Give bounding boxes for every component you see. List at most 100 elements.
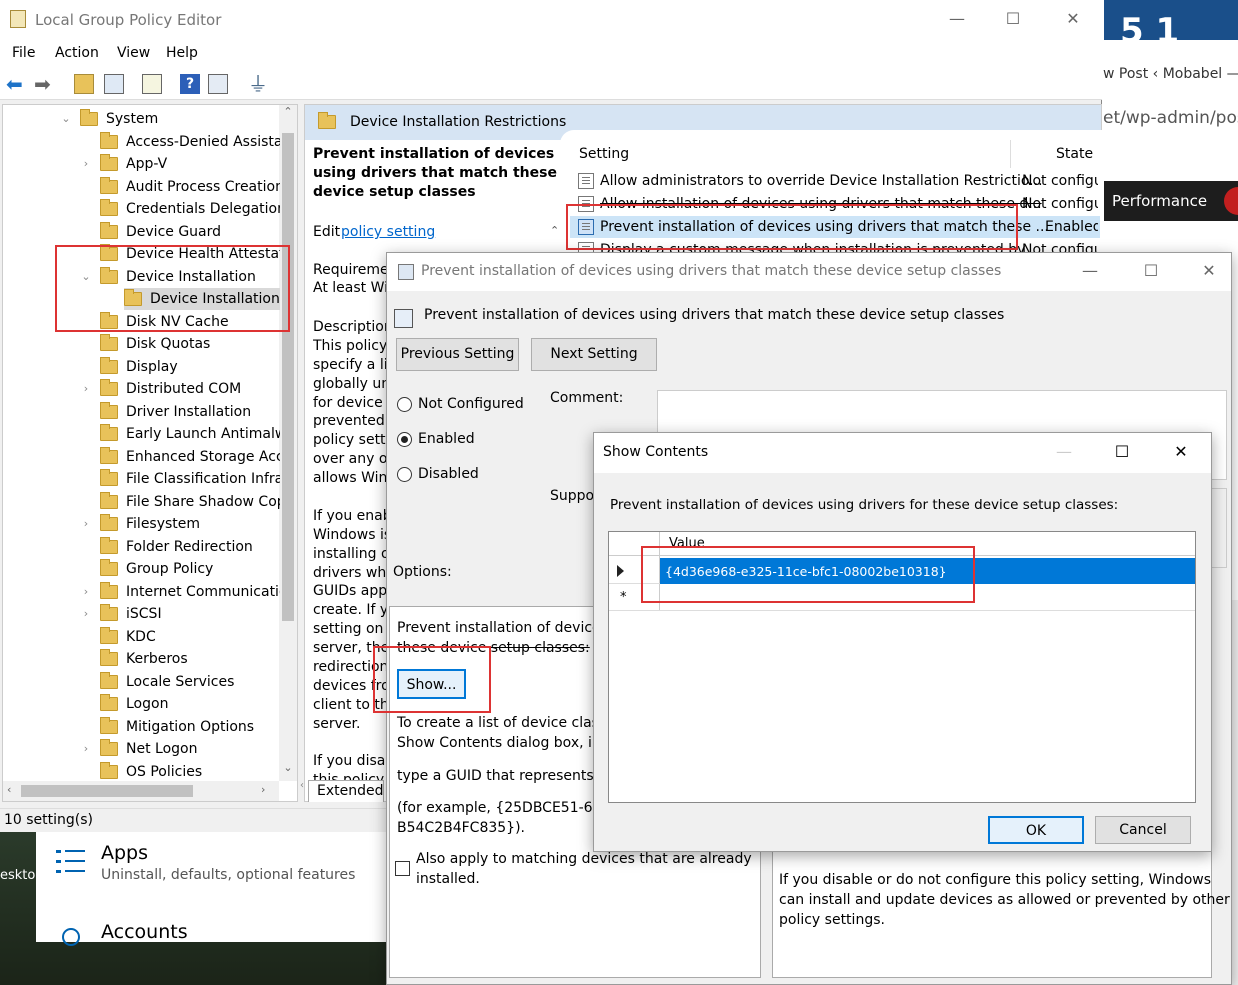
tree-item[interactable]: › Filesystem xyxy=(84,513,200,535)
settings-row-1[interactable]: Allow installation of devices using driv… xyxy=(578,193,1098,215)
performance-banner[interactable]: Performance xyxy=(1104,181,1238,221)
also-apply-checkbox[interactable] xyxy=(395,861,410,876)
tree-item[interactable]: Disk NV Cache xyxy=(100,311,229,333)
tree-item[interactable]: Group Policy xyxy=(100,558,213,580)
radio-enabled[interactable]: Enabled xyxy=(397,431,475,447)
folder-icon xyxy=(100,244,118,261)
tree-item[interactable]: Device Installation R xyxy=(124,288,280,310)
tree-item-label: Locale Services xyxy=(126,673,235,690)
chevron-right-icon[interactable]: › xyxy=(80,153,92,175)
guid-value-text[interactable]: {4d36e968-e325-11ce-bfc1-08002be10318} xyxy=(665,564,947,579)
chevron-down-icon[interactable]: ⌄ xyxy=(80,266,92,288)
radio-disabled[interactable]: Disabled xyxy=(397,466,479,482)
extended-tab[interactable]: Extended xyxy=(308,780,384,802)
tree-item-label: Credentials Delegation xyxy=(126,201,280,217)
policy-minimize-button[interactable]: — xyxy=(1067,257,1113,285)
chevron-right-icon[interactable]: › xyxy=(80,603,92,625)
tree-item[interactable]: Driver Installation xyxy=(100,401,251,423)
comment-label: Comment: xyxy=(550,390,624,406)
tree-item[interactable]: › iSCSI xyxy=(84,603,162,625)
also-apply-label-2[interactable]: installed. xyxy=(416,871,480,887)
chevron-right-icon[interactable]: › xyxy=(80,738,92,760)
browser-tab-title[interactable]: w Post ‹ Mobabel — xyxy=(1103,66,1238,82)
tree-item[interactable]: › Internet Communicatio xyxy=(84,581,280,603)
tree-item[interactable]: Folder Redirection xyxy=(100,536,253,558)
policy-dialog-title: Prevent installation of devices using dr… xyxy=(421,263,1002,279)
edit-policy-link[interactable]: policy setting xyxy=(341,224,435,240)
tree-item-label: App-V xyxy=(126,156,168,172)
sc-minimize-button[interactable]: — xyxy=(1041,438,1087,466)
folder-icon xyxy=(100,739,118,756)
minimize-button[interactable]: — xyxy=(934,5,980,33)
folder-icon xyxy=(100,176,118,194)
settings-accounts-title[interactable]: Accounts xyxy=(101,921,188,943)
tree-item[interactable]: KDC xyxy=(100,626,156,648)
details-header-title: Device Installation Restrictions xyxy=(350,114,567,130)
grid-column-value[interactable]: Value xyxy=(669,536,705,551)
tree-item[interactable]: Kerberos xyxy=(100,648,188,670)
tree-item[interactable]: › Distributed COM xyxy=(84,378,241,400)
column-setting[interactable]: Setting xyxy=(579,146,629,162)
tree-item[interactable]: Audit Process Creation xyxy=(100,176,280,198)
tree-item[interactable]: Device Guard xyxy=(100,221,221,243)
chevron-right-icon[interactable]: › xyxy=(80,513,92,535)
show-button[interactable]: Show... xyxy=(397,669,466,699)
policy-close-button[interactable]: ✕ xyxy=(1186,257,1232,285)
tree-item[interactable]: › App-V xyxy=(84,153,168,175)
folder-icon xyxy=(100,716,118,734)
tree-item[interactable]: File Classification Infras xyxy=(100,468,280,490)
row-pointer-icon xyxy=(617,565,624,577)
sc-maximize-button[interactable]: ☐ xyxy=(1099,438,1145,466)
list-scroll-up[interactable]: ⌃ xyxy=(550,224,564,238)
tree-item-label: Device Installation xyxy=(126,268,256,285)
tree-item[interactable]: Locale Services xyxy=(100,671,234,693)
tree-item[interactable]: Enhanced Storage Acce xyxy=(100,446,280,468)
tree-item[interactable]: Disk Quotas xyxy=(100,333,210,355)
tree-item[interactable]: Device Health Attestati xyxy=(100,243,280,265)
description-line: Description xyxy=(313,319,389,335)
edit-prefix: Edit xyxy=(313,224,341,240)
tree-vscroll-thumb[interactable] xyxy=(282,133,294,621)
column-state[interactable]: State xyxy=(1056,146,1093,162)
tree-item[interactable]: Early Launch Antimalwa xyxy=(100,423,280,445)
maximize-button[interactable]: ☐ xyxy=(990,5,1036,33)
accounts-icon xyxy=(62,928,80,946)
tree-item[interactable]: Mitigation Options xyxy=(100,716,254,738)
also-apply-label-1[interactable]: Also apply to matching devices that are … xyxy=(416,851,752,867)
description-line: setting on a xyxy=(313,621,389,638)
cancel-button[interactable]: Cancel xyxy=(1095,816,1191,844)
tree-item[interactable]: File Share Shadow Copy xyxy=(100,491,280,513)
tree-item[interactable]: ⌄ System xyxy=(61,108,158,130)
settings-row-2[interactable]: Prevent installation of devices using dr… xyxy=(578,216,1098,238)
policy-setting-icon xyxy=(578,219,594,235)
tree-item[interactable]: ⌄ Device Installation xyxy=(81,266,256,288)
grid-row-new[interactable] xyxy=(609,585,1195,611)
settings-apps-title[interactable]: Apps xyxy=(101,842,148,864)
tree-item[interactable]: Display xyxy=(100,356,178,378)
previous-setting-button[interactable]: Previous Setting xyxy=(396,338,519,371)
close-button[interactable]: ✕ xyxy=(1050,5,1096,33)
tree-item[interactable]: Logon xyxy=(100,693,168,715)
next-setting-button[interactable]: Next Setting xyxy=(531,338,657,371)
tree-item[interactable]: Credentials Delegation xyxy=(100,198,280,220)
tree-item-label: Logon xyxy=(126,696,169,712)
chevron-right-icon[interactable]: › xyxy=(80,581,92,603)
tree-list: ⌄ System Access-Denied Assistan › App-V Audit… xyxy=(0,0,280,790)
requirements-label: Requireme xyxy=(313,262,389,278)
tree-item[interactable]: › Net Logon xyxy=(84,738,197,760)
chevron-down-icon[interactable]: ⌄ xyxy=(60,108,72,130)
policy-maximize-button[interactable]: ☐ xyxy=(1128,257,1174,285)
sc-close-button[interactable]: ✕ xyxy=(1158,438,1204,466)
folder-icon xyxy=(80,109,98,126)
settings-row-0[interactable]: Allow administrators to override Device … xyxy=(578,170,1098,192)
ok-button[interactable]: OK xyxy=(988,816,1084,844)
tree-vscroll[interactable]: ⌃ ⌄ xyxy=(279,105,297,781)
desktop-icon-label[interactable]: esktop xyxy=(0,868,44,883)
tree-item[interactable]: Access-Denied Assistan xyxy=(100,131,280,153)
folder-icon xyxy=(100,311,118,329)
radio-not-configured[interactable]: Not Configured xyxy=(397,396,524,412)
tree-item[interactable]: OS Policies xyxy=(100,761,202,783)
browser-url[interactable]: et/wp-admin/pos xyxy=(1103,108,1238,128)
folder-icon xyxy=(100,221,118,239)
chevron-right-icon[interactable]: › xyxy=(80,378,92,400)
